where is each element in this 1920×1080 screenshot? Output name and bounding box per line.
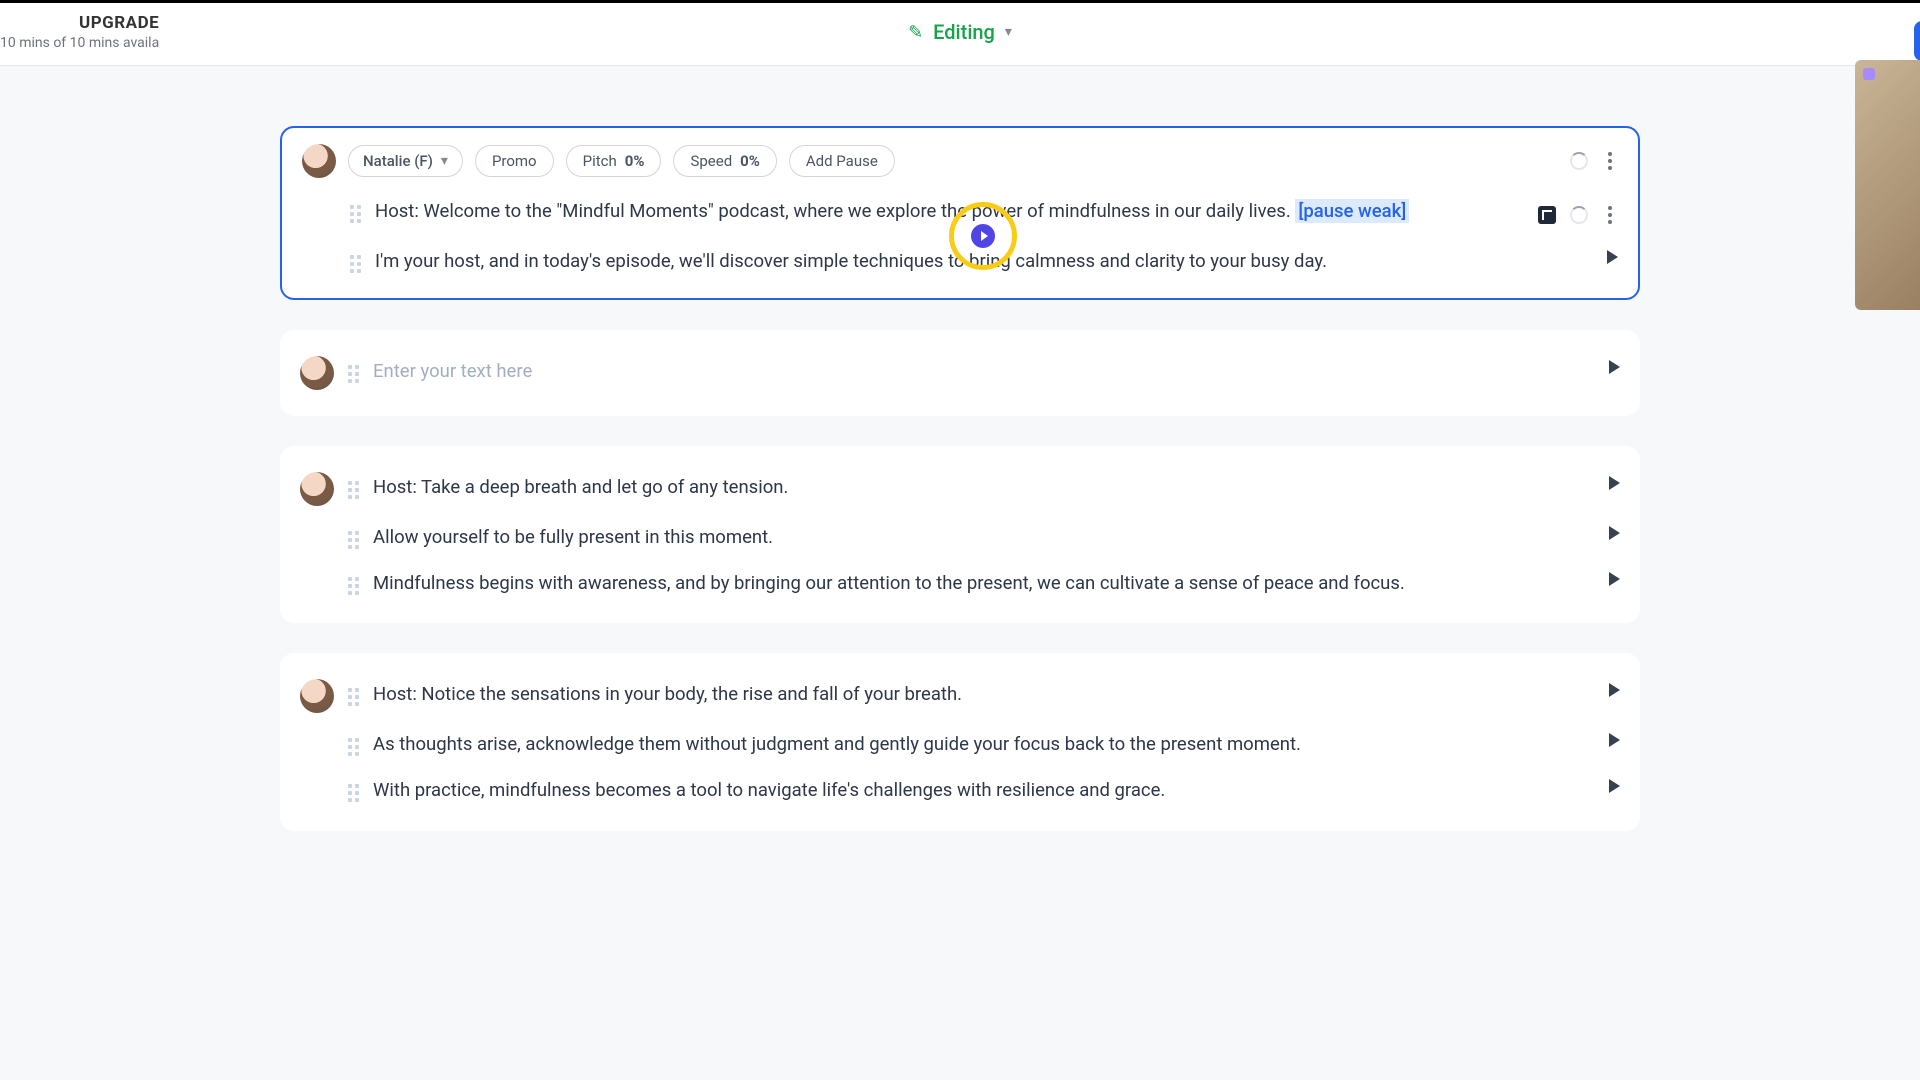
script-line[interactable]: Enter your text here xyxy=(280,348,1640,398)
avatar[interactable] xyxy=(302,144,336,178)
script-line[interactable]: Host: Welcome to the "Mindful Moments" p… xyxy=(282,188,1638,238)
drag-handle-icon[interactable] xyxy=(348,738,359,756)
content-area: Natalie (F) ▾ Promo Pitch 0% Speed 0% Ad… xyxy=(0,66,1920,901)
line-text[interactable]: Allow yourself to be fully present in th… xyxy=(373,522,1595,552)
play-icon[interactable] xyxy=(1609,476,1620,490)
script-line[interactable]: I'm your host, and in today's episode, w… xyxy=(282,238,1638,284)
script-line[interactable]: Host: Take a deep breath and let go of a… xyxy=(280,464,1640,514)
drag-handle-icon[interactable] xyxy=(348,365,359,383)
script-line[interactable]: Host: Notice the sensations in your body… xyxy=(280,671,1640,721)
header-right: UPGRADE 10 mins of 10 mins availa xyxy=(0,13,159,51)
drag-handle-icon[interactable] xyxy=(348,577,359,595)
play-icon[interactable] xyxy=(1609,779,1620,793)
block-toolbar: Natalie (F) ▾ Promo Pitch 0% Speed 0% Ad… xyxy=(282,128,1638,188)
pause-tag[interactable]: [pause weak] xyxy=(1295,199,1409,223)
pitch-control[interactable]: Pitch 0% xyxy=(566,145,662,177)
chevron-down-icon: ▾ xyxy=(441,153,448,169)
drag-handle-icon[interactable] xyxy=(350,205,361,223)
drag-handle-icon[interactable] xyxy=(348,688,359,706)
line-text[interactable]: Host: Notice the sensations in your body… xyxy=(373,679,1595,709)
script-block[interactable]: Host: Take a deep breath and let go of a… xyxy=(280,446,1640,624)
script-line[interactable]: As thoughts arise, acknowledge them with… xyxy=(280,721,1640,767)
line-placeholder[interactable]: Enter your text here xyxy=(373,356,1595,386)
line-text[interactable]: Host: Welcome to the "Mindful Moments" p… xyxy=(375,196,1524,226)
script-block-active[interactable]: Natalie (F) ▾ Promo Pitch 0% Speed 0% Ad… xyxy=(280,126,1640,300)
line-text[interactable]: Host: Take a deep breath and let go of a… xyxy=(373,472,1595,502)
line-text[interactable]: Mindfulness begins with awareness, and b… xyxy=(373,568,1595,598)
loading-spinner-icon xyxy=(1570,152,1588,170)
drag-handle-icon[interactable] xyxy=(350,255,361,273)
add-pause-button[interactable]: Add Pause xyxy=(789,145,895,177)
play-icon[interactable] xyxy=(1609,526,1620,540)
project-title-fragment: ct xyxy=(0,18,1,46)
play-icon[interactable] xyxy=(1609,572,1620,586)
voice-name: Natalie (F) xyxy=(363,152,433,170)
play-icon[interactable] xyxy=(1609,683,1620,697)
play-icon[interactable] xyxy=(1607,250,1618,264)
export-button[interactable]: ⬇ Ex xyxy=(1914,21,1920,61)
upgrade-button[interactable]: UPGRADE xyxy=(79,13,159,33)
mode-label: Editing xyxy=(933,20,995,44)
header: ct ✎ Editing ▾ UPGRADE 10 mins of 10 min… xyxy=(0,3,1920,66)
line-text[interactable]: As thoughts arise, acknowledge them with… xyxy=(373,729,1595,759)
comment-icon[interactable] xyxy=(1538,206,1556,224)
loading-spinner-icon xyxy=(1570,206,1588,224)
script-line[interactable]: With practice, mindfulness becomes a too… xyxy=(280,767,1640,813)
quota-text: 10 mins of 10 mins availa xyxy=(0,35,159,51)
line-text[interactable]: I'm your host, and in today's episode, w… xyxy=(375,246,1593,276)
more-menu-button[interactable] xyxy=(1602,200,1618,230)
chevron-down-icon: ▾ xyxy=(1005,24,1012,40)
voice-selector[interactable]: Natalie (F) ▾ xyxy=(348,145,463,177)
drag-handle-icon[interactable] xyxy=(348,481,359,499)
play-icon[interactable] xyxy=(1609,733,1620,747)
play-icon[interactable] xyxy=(1609,360,1620,374)
drag-handle-icon[interactable] xyxy=(348,531,359,549)
pencil-icon: ✎ xyxy=(908,22,923,43)
avatar[interactable] xyxy=(300,472,334,506)
promo-button[interactable]: Promo xyxy=(475,145,554,177)
avatar[interactable] xyxy=(300,679,334,713)
speed-control[interactable]: Speed 0% xyxy=(673,145,776,177)
script-line[interactable]: Allow yourself to be fully present in th… xyxy=(280,514,1640,560)
script-block[interactable]: Host: Notice the sensations in your body… xyxy=(280,653,1640,831)
avatar[interactable] xyxy=(300,356,334,390)
line-text[interactable]: With practice, mindfulness becomes a too… xyxy=(373,775,1595,805)
more-menu-button[interactable] xyxy=(1602,146,1618,176)
drag-handle-icon[interactable] xyxy=(348,784,359,802)
script-block-empty[interactable]: Enter your text here xyxy=(280,330,1640,416)
script-line[interactable]: Mindfulness begins with awareness, and b… xyxy=(280,560,1640,606)
mode-switcher[interactable]: ✎ Editing ▾ xyxy=(908,20,1012,44)
